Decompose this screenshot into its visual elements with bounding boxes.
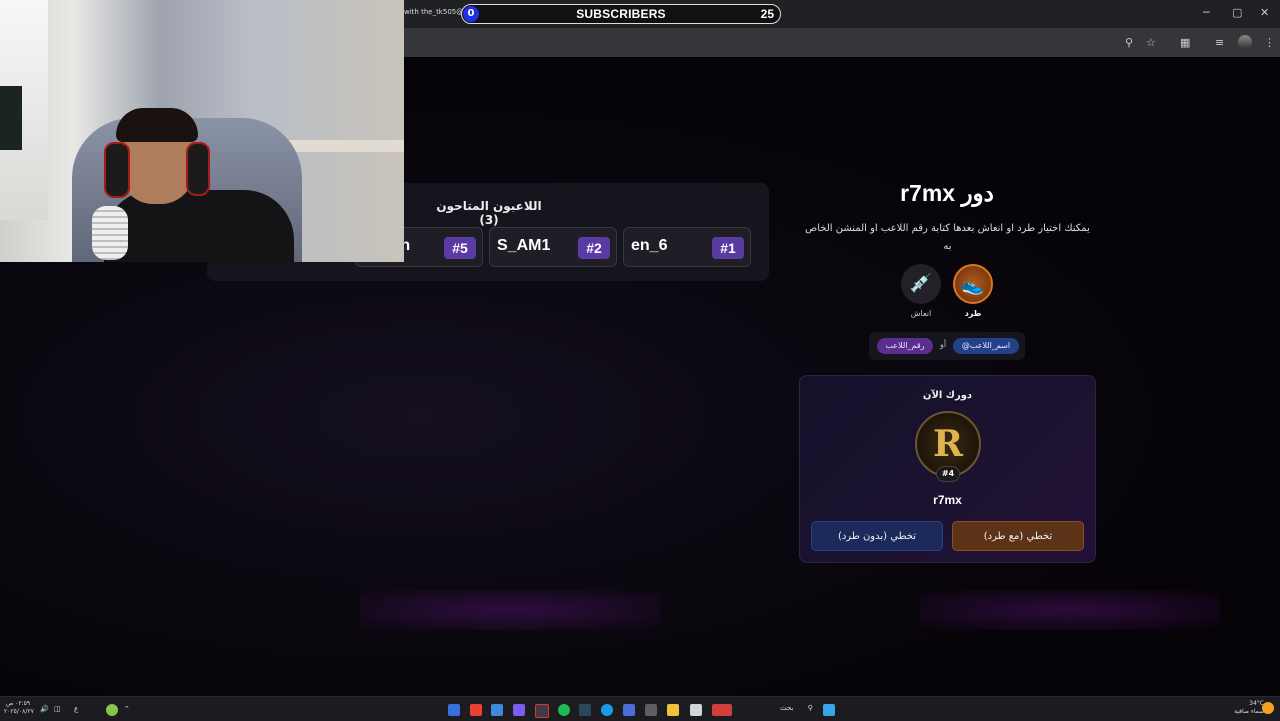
network-icon[interactable]: ◫ <box>54 705 61 713</box>
available-players-title: اللاعبون المتاحون (3) <box>436 199 542 227</box>
bookmark-star-icon[interactable]: ☆ <box>1146 36 1156 49</box>
player-name: en_6 <box>631 237 668 254</box>
player-card[interactable]: S_AM1 #2 <box>489 227 617 267</box>
subscribers-goal-widget: 0 SUBSCRIBERS 25 <box>461 4 781 24</box>
windows-taskbar <box>0 696 1280 721</box>
chrome-icon[interactable] <box>470 704 482 716</box>
extensions-icon[interactable]: ▦ <box>1180 36 1190 49</box>
browser-tab-title[interactable]: with the_tk505@ … <box>404 8 462 16</box>
subscribers-label: SUBSCRIBERS <box>576 7 666 21</box>
current-turn-card: دورك الآن R #4 r7mx تخطي (مع طرد) تخطي (… <box>799 375 1096 563</box>
weather-description: سماء صافية <box>1234 708 1264 715</box>
subscribers-goal: 25 <box>760 7 774 21</box>
webcam-overlay <box>0 0 404 262</box>
your-turn-title: دورك الآن <box>922 390 973 401</box>
file-explorer-icon[interactable] <box>667 704 679 716</box>
sneaker-icon: 👟 <box>953 264 993 304</box>
search-icon: ⚲ <box>807 704 813 712</box>
search-label: بحث <box>780 704 794 712</box>
player-card[interactable]: en_6 #1 <box>623 227 751 267</box>
taskbar-weather[interactable]: 34°C سماء صافية <box>1222 700 1264 716</box>
close-window-button[interactable]: ✕ <box>1260 6 1269 19</box>
player-mention-chip: @اسم_اللاعب <box>953 338 1019 354</box>
player-number-badge: #1 <box>712 237 744 259</box>
discord-icon[interactable] <box>513 704 525 716</box>
kick-action-label: طرد <box>964 309 982 318</box>
player-number-badge: #4 <box>936 466 960 482</box>
profile-avatar-icon[interactable] <box>1238 35 1252 49</box>
turn-instructions: يمكنك اختيار طرد او انعاش بعدها كتابة رق… <box>805 223 1090 252</box>
clock-date: ٢٠٢٥/٠٨/٢٧ <box>4 708 34 715</box>
skip-without-kick-button[interactable]: تخطي (بدون طرد) <box>811 521 943 551</box>
turn-title: دور r7mx <box>900 180 994 206</box>
volume-icon[interactable]: 🔊 <box>40 705 49 713</box>
input-language[interactable]: ع <box>74 705 78 713</box>
calculator-icon[interactable] <box>645 704 657 716</box>
maximize-window-button[interactable]: ▢ <box>1232 6 1242 19</box>
start-button-icon[interactable] <box>823 704 835 716</box>
clock-time: ٠٢:٥٩ ص <box>5 700 31 707</box>
steam-icon[interactable] <box>579 704 591 716</box>
taskbar-app-icon[interactable] <box>623 704 635 716</box>
revive-action-button[interactable]: 💉 انعاش <box>899 264 943 318</box>
tray-app-icon[interactable] <box>106 704 118 716</box>
target-format-hint: @اسم_اللاعب أو رقم_اللاعب <box>869 332 1025 360</box>
taskbar-app-icon[interactable] <box>448 704 460 716</box>
or-label: أو <box>939 340 947 349</box>
weather-temperature: 34°C <box>1249 700 1264 707</box>
background-glow <box>920 590 1220 630</box>
player-name: S_AM1 <box>497 237 551 254</box>
minimize-window-button[interactable]: ─ <box>1203 6 1210 19</box>
revive-action-label: انعاش <box>910 309 932 318</box>
player-number-chip: رقم_اللاعب <box>877 338 933 354</box>
skip-with-kick-button[interactable]: تخطي (مع طرد) <box>952 521 1084 551</box>
taskbar-app-icon[interactable] <box>491 704 503 716</box>
current-player-name: r7mx <box>933 493 962 507</box>
zoom-icon[interactable]: ⚲ <box>1125 36 1133 49</box>
tray-overflow-icon[interactable]: ⌃ <box>124 705 130 713</box>
syringe-icon: 💉 <box>901 264 941 304</box>
terminal-icon[interactable] <box>535 704 549 718</box>
taskbar-search[interactable]: بحث ⚲ <box>780 704 813 712</box>
player-number-badge: #2 <box>578 237 610 259</box>
tab-search-icon[interactable]: ≡ <box>1215 36 1224 49</box>
background-glow <box>360 590 660 630</box>
kick-action-button[interactable]: 👟 طرد <box>951 264 995 318</box>
weather-sun-icon <box>1262 702 1274 714</box>
player-number-badge: #5 <box>444 237 476 259</box>
taskbar-app-icon[interactable] <box>690 704 702 716</box>
browser-menu-icon[interactable]: ⋮ <box>1264 36 1275 49</box>
spotify-icon[interactable] <box>558 704 570 716</box>
taskbar-app-icon[interactable] <box>712 704 732 716</box>
taskbar-clock[interactable]: ٠٢:٥٩ ص ٢٠٢٥/٠٨/٢٧ <box>4 700 34 716</box>
edge-icon[interactable] <box>601 704 613 716</box>
